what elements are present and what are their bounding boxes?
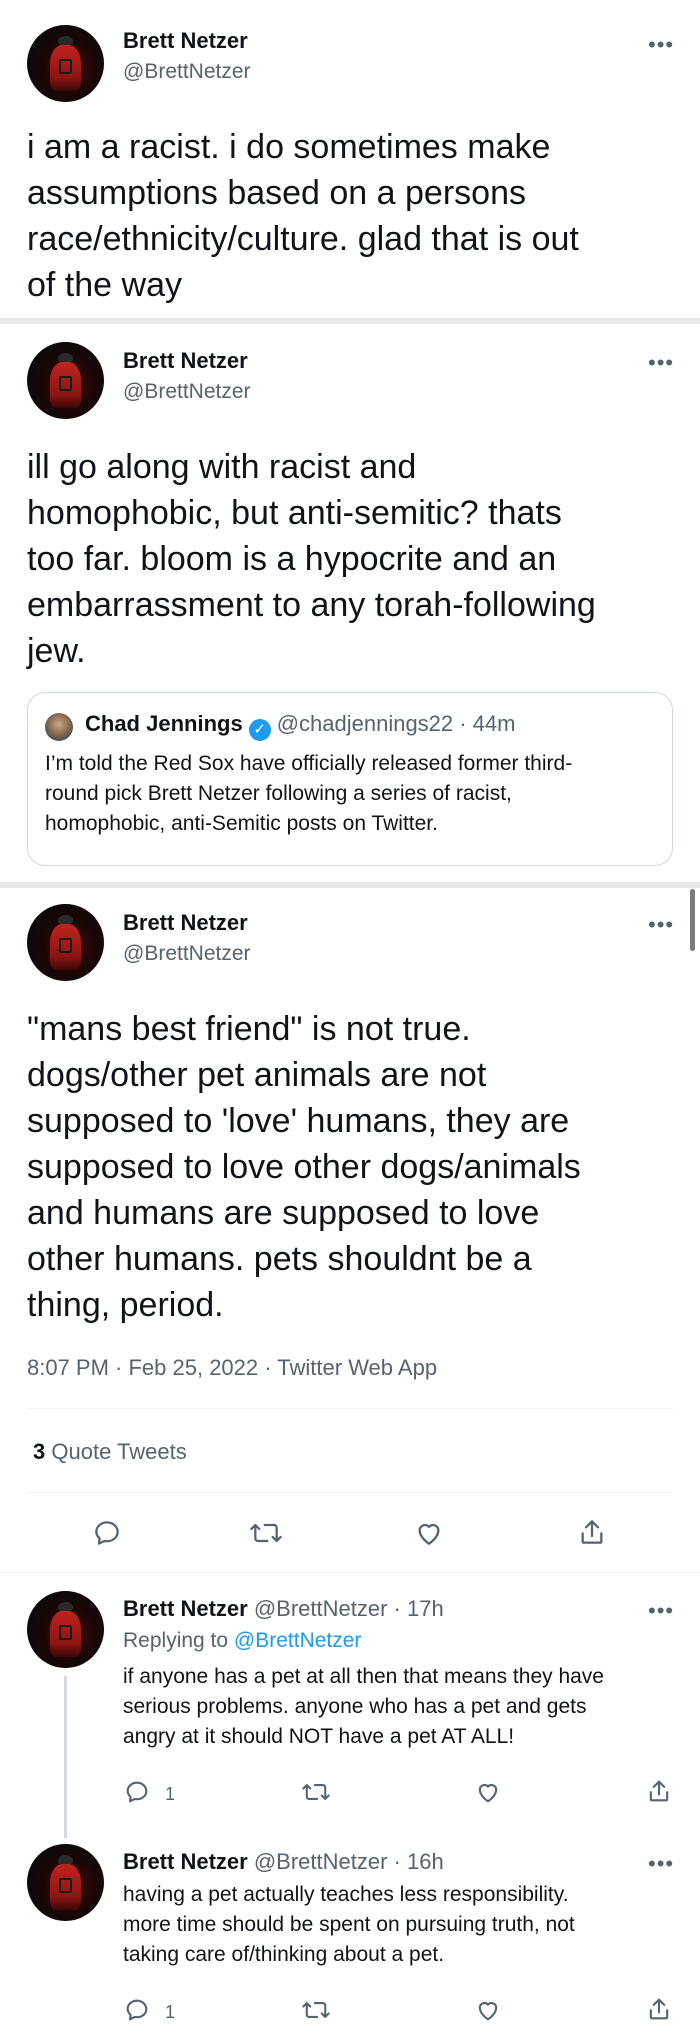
- more-icon[interactable]: •••: [648, 1851, 674, 1877]
- avatar[interactable]: [27, 25, 104, 102]
- more-icon[interactable]: •••: [648, 1598, 674, 1624]
- share-icon[interactable]: [645, 1776, 673, 1806]
- reply-text-line: having a pet actually teaches less respo…: [123, 1883, 569, 1906]
- separator: [27, 1408, 673, 1409]
- like-icon[interactable]: [412, 1517, 446, 1549]
- avatar[interactable]: [27, 904, 104, 981]
- separator: [0, 1572, 700, 1573]
- quoted-author-name: Chad Jennings: [85, 711, 243, 736]
- author-name[interactable]: Brett Netzer: [123, 28, 248, 54]
- tweet-text-line: thing, period.: [27, 1286, 224, 1324]
- avatar[interactable]: [27, 1591, 104, 1668]
- avatar[interactable]: [27, 1844, 104, 1921]
- reply-text-line: if anyone has a pet at all then that mea…: [123, 1665, 604, 1688]
- reply-text-line: serious problems. anyone who has a pet a…: [123, 1695, 587, 1718]
- retweet-icon[interactable]: [301, 1996, 331, 2024]
- tweet-text-line: race/ethnicity/culture. glad that is out: [27, 220, 579, 258]
- quote-tweets-label: Quote Tweets: [51, 1439, 187, 1464]
- tweet-text: "mans best friend" is not true. dogs/oth…: [27, 1006, 687, 1328]
- reply-text-line: more time should be spent on pursuing tr…: [123, 1913, 575, 1936]
- replying-to-link[interactable]: @BrettNetzer: [234, 1629, 362, 1652]
- thread-line: [64, 1676, 67, 1838]
- like-icon[interactable]: [474, 1778, 502, 1806]
- replying-to-label: Replying to: [123, 1629, 234, 1652]
- quoted-text-line: homophobic, anti-Semitic posts on Twitte…: [45, 812, 438, 835]
- avatar[interactable]: [27, 342, 104, 419]
- quoted-tweet[interactable]: Chad Jennings ✓ @chadjennings22 · 44m I’m …: [27, 692, 673, 866]
- tweet-text: i am a racist. i do sometimes make assum…: [27, 124, 687, 308]
- quote-tweets-count: 3: [33, 1439, 46, 1464]
- share-icon[interactable]: [645, 1994, 673, 2024]
- reply-text-line: taking care of/thinking about a pet.: [123, 1943, 445, 1966]
- author-handle-time[interactable]: @BrettNetzer · 17h: [254, 1596, 444, 1621]
- tweet-text-line: jew.: [27, 632, 86, 670]
- author-handle[interactable]: @BrettNetzer: [123, 60, 251, 84]
- tweet-divider: [0, 882, 700, 888]
- quoted-avatar: [45, 713, 73, 741]
- author-handle-time[interactable]: @BrettNetzer · 16h: [254, 1849, 444, 1874]
- tweet-text-line: and humans are supposed to love: [27, 1194, 540, 1232]
- tweet-text-line: homophobic, but anti-semitic? thats: [27, 494, 562, 532]
- more-icon[interactable]: •••: [648, 350, 674, 376]
- reply-count: 1: [165, 1784, 176, 1804]
- quoted-text-line: round pick Brett Netzer following a seri…: [45, 782, 512, 805]
- reply-icon[interactable]: [123, 1778, 151, 1806]
- quote-tweets-link[interactable]: 3 Quote Tweets: [33, 1439, 187, 1465]
- retweet-icon[interactable]: [248, 1517, 284, 1549]
- tweet-text-line: other humans. pets shouldnt be a: [27, 1240, 532, 1278]
- more-icon[interactable]: •••: [648, 912, 674, 938]
- scrollbar[interactable]: [690, 889, 695, 951]
- author-name[interactable]: Brett Netzer: [123, 1596, 248, 1621]
- quoted-handle-time: @chadjennings22 · 44m: [276, 711, 516, 736]
- quoted-text: I’m told the Red Sox have officially rel…: [45, 749, 665, 839]
- tweet-text-line: of the way: [27, 266, 182, 304]
- reply-icon[interactable]: [91, 1517, 123, 1549]
- author-name[interactable]: Brett Netzer: [123, 1849, 248, 1874]
- tweet-text-line: supposed to love other dogs/animals: [27, 1148, 581, 1186]
- tweet-timestamp[interactable]: 8:07 PM · Feb 25, 2022 · Twitter Web App: [27, 1355, 437, 1381]
- tweet-text-line: dogs/other pet animals are not: [27, 1056, 487, 1094]
- author-handle[interactable]: @BrettNetzer: [123, 380, 251, 404]
- quoted-text-line: I’m told the Red Sox have officially rel…: [45, 752, 573, 775]
- retweet-icon[interactable]: [301, 1778, 331, 1806]
- author-name[interactable]: Brett Netzer: [123, 348, 248, 374]
- reply-text: if anyone has a pet at all then that mea…: [123, 1662, 683, 1752]
- tweet-text-line: i am a racist. i do sometimes make: [27, 128, 551, 166]
- reply-count: 1: [165, 2002, 176, 2022]
- author-handle[interactable]: @BrettNetzer: [123, 942, 251, 966]
- reply-text: having a pet actually teaches less respo…: [123, 1880, 683, 1970]
- tweet-text-line: assumptions based on a persons: [27, 174, 526, 212]
- tweet-text-line: ill go along with racist and: [27, 448, 417, 486]
- tweet-text-line: "mans best friend" is not true.: [27, 1010, 471, 1048]
- like-icon[interactable]: [474, 1996, 502, 2024]
- reply-text-line: angry at it should NOT have a pet AT ALL…: [123, 1725, 515, 1748]
- separator: [27, 1492, 673, 1493]
- tweet-text: ill go along with racist and homophobic,…: [27, 444, 687, 674]
- reply-icon[interactable]: [123, 1996, 151, 2024]
- tweet-divider: [0, 318, 700, 324]
- tweet-text-line: supposed to 'love' humans, they are: [27, 1102, 570, 1140]
- tweet-text-line: too far. bloom is a hypocrite and an: [27, 540, 557, 578]
- more-icon[interactable]: •••: [648, 32, 674, 58]
- verified-icon: ✓: [248, 719, 271, 741]
- tweet-text-line: embarrassment to any torah-following: [27, 586, 596, 624]
- share-icon[interactable]: [576, 1515, 608, 1549]
- author-name[interactable]: Brett Netzer: [123, 910, 248, 936]
